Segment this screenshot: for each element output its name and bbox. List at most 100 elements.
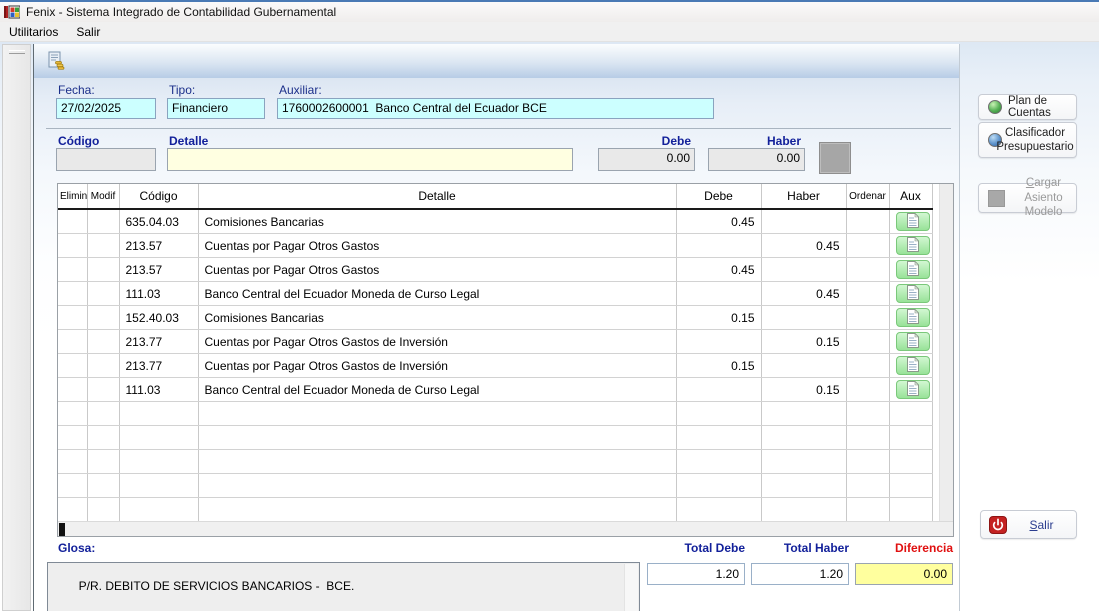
- glosa-scrollbar[interactable]: [624, 564, 638, 611]
- cell-modif[interactable]: [87, 330, 119, 354]
- header-haber[interactable]: Haber: [761, 184, 846, 209]
- cell-haber: [761, 402, 846, 426]
- cargar-asiento-modelo-button[interactable]: Cargar Asiento Modelo: [978, 183, 1077, 213]
- aux-button[interactable]: [896, 236, 930, 255]
- cell-modif[interactable]: [87, 450, 119, 474]
- cell-elimin[interactable]: [58, 282, 87, 306]
- cell-elimin[interactable]: [58, 402, 87, 426]
- cell-modif[interactable]: [87, 282, 119, 306]
- cell-detalle: [198, 474, 676, 498]
- aux-button[interactable]: [896, 284, 930, 303]
- cell-elimin[interactable]: [58, 209, 87, 234]
- aux-button[interactable]: [896, 332, 930, 351]
- journal-entry-icon[interactable]: [46, 51, 66, 71]
- cell-aux: [889, 234, 932, 258]
- table-row: 213.77 Cuentas por Pagar Otros Gastos de…: [58, 354, 932, 378]
- cell-modif[interactable]: [87, 234, 119, 258]
- cell-elimin[interactable]: [58, 426, 87, 450]
- cell-ordenar: [846, 234, 889, 258]
- cell-haber: [761, 450, 846, 474]
- cell-ordenar: [846, 474, 889, 498]
- cell-elimin[interactable]: [58, 354, 87, 378]
- cell-aux: [889, 498, 932, 522]
- cell-elimin[interactable]: [58, 258, 87, 282]
- horizontal-scrollbar[interactable]: [58, 521, 953, 537]
- header-aux[interactable]: Aux: [889, 184, 932, 209]
- diferencia-label: Diferencia: [855, 541, 953, 555]
- cell-haber: [761, 498, 846, 522]
- cell-codigo: 213.77: [119, 330, 198, 354]
- tipo-input[interactable]: Financiero: [167, 98, 265, 119]
- entry-action-button[interactable]: [819, 142, 851, 174]
- header-elimin[interactable]: Elimin: [58, 184, 87, 209]
- app-icon: [4, 4, 20, 20]
- cell-codigo: [119, 426, 198, 450]
- tipo-label: Tipo:: [169, 83, 195, 97]
- plan-de-cuentas-button[interactable]: Plan de Cuentas: [978, 94, 1077, 120]
- cell-elimin[interactable]: [58, 498, 87, 522]
- cell-ordenar: [846, 306, 889, 330]
- table-empty-row: [58, 450, 932, 474]
- header-detalle[interactable]: Detalle: [198, 184, 676, 209]
- cell-ordenar: [846, 378, 889, 402]
- cell-modif[interactable]: [87, 354, 119, 378]
- splitter-grip-icon[interactable]: [9, 50, 25, 54]
- vertical-scrollbar[interactable]: [939, 184, 954, 521]
- cell-codigo: 111.03: [119, 378, 198, 402]
- cell-elimin[interactable]: [58, 378, 87, 402]
- cell-haber: [761, 258, 846, 282]
- cell-modif[interactable]: [87, 498, 119, 522]
- main-panel: Fecha: Tipo: Auxiliar: 27/02/2025 Financ…: [33, 44, 960, 611]
- cell-debe: [676, 474, 761, 498]
- cargar-label-line2: Modelo: [1025, 206, 1063, 218]
- menu-bar: Utilitarios Salir: [0, 22, 1099, 42]
- fecha-input[interactable]: 27/02/2025: [56, 98, 156, 119]
- horizontal-scrollbar-thumb[interactable]: [59, 523, 65, 536]
- cell-codigo: [119, 474, 198, 498]
- aux-button[interactable]: [896, 380, 930, 399]
- cell-debe: [676, 282, 761, 306]
- cell-elimin[interactable]: [58, 306, 87, 330]
- aux-button[interactable]: [896, 356, 930, 375]
- menu-utilitarios[interactable]: Utilitarios: [0, 23, 67, 41]
- aux-button[interactable]: [896, 260, 930, 279]
- header-codigo[interactable]: Código: [119, 184, 198, 209]
- cell-aux: [889, 306, 932, 330]
- cell-elimin[interactable]: [58, 330, 87, 354]
- cell-debe: [676, 426, 761, 450]
- haber-input[interactable]: 0.00: [708, 148, 805, 171]
- glosa-label: Glosa:: [58, 541, 95, 555]
- header-modif[interactable]: Modif: [87, 184, 119, 209]
- form-separator: [46, 128, 951, 129]
- salir-button[interactable]: Salir: [980, 510, 1077, 539]
- cell-debe: 0.45: [676, 258, 761, 282]
- header-debe[interactable]: Debe: [676, 184, 761, 209]
- entries-grid: Elimin Modif Código Detalle Debe Haber O…: [57, 183, 954, 537]
- table-row: 111.03 Banco Central del Ecuador Moneda …: [58, 378, 932, 402]
- left-splitter-panel[interactable]: [2, 44, 31, 611]
- cell-modif[interactable]: [87, 378, 119, 402]
- debe-input[interactable]: 0.00: [598, 148, 695, 171]
- codigo-input[interactable]: [56, 148, 156, 171]
- cell-haber: 0.15: [761, 330, 846, 354]
- cell-modif[interactable]: [87, 426, 119, 450]
- aux-button[interactable]: [896, 308, 930, 327]
- cell-modif[interactable]: [87, 258, 119, 282]
- cell-modif[interactable]: [87, 209, 119, 234]
- cell-modif[interactable]: [87, 306, 119, 330]
- cell-modif[interactable]: [87, 402, 119, 426]
- plan-de-cuentas-label: Plan de Cuentas: [1008, 95, 1076, 119]
- glosa-textarea[interactable]: P/R. DEBITO DE SERVICIOS BANCARIOS - BCE…: [47, 562, 640, 611]
- auxiliar-input[interactable]: 1760002600001 Banco Central del Ecuador …: [277, 98, 714, 119]
- detalle-input[interactable]: [167, 148, 573, 171]
- cell-elimin[interactable]: [58, 450, 87, 474]
- header-ordenar[interactable]: Ordenar: [846, 184, 889, 209]
- aux-button[interactable]: [896, 212, 930, 231]
- menu-salir[interactable]: Salir: [67, 23, 109, 41]
- cell-debe: [676, 450, 761, 474]
- cell-modif[interactable]: [87, 474, 119, 498]
- clasificador-presupuestario-button[interactable]: Clasificador Presupuestario: [978, 122, 1077, 158]
- cell-elimin[interactable]: [58, 474, 87, 498]
- cell-elimin[interactable]: [58, 234, 87, 258]
- cell-ordenar: [846, 354, 889, 378]
